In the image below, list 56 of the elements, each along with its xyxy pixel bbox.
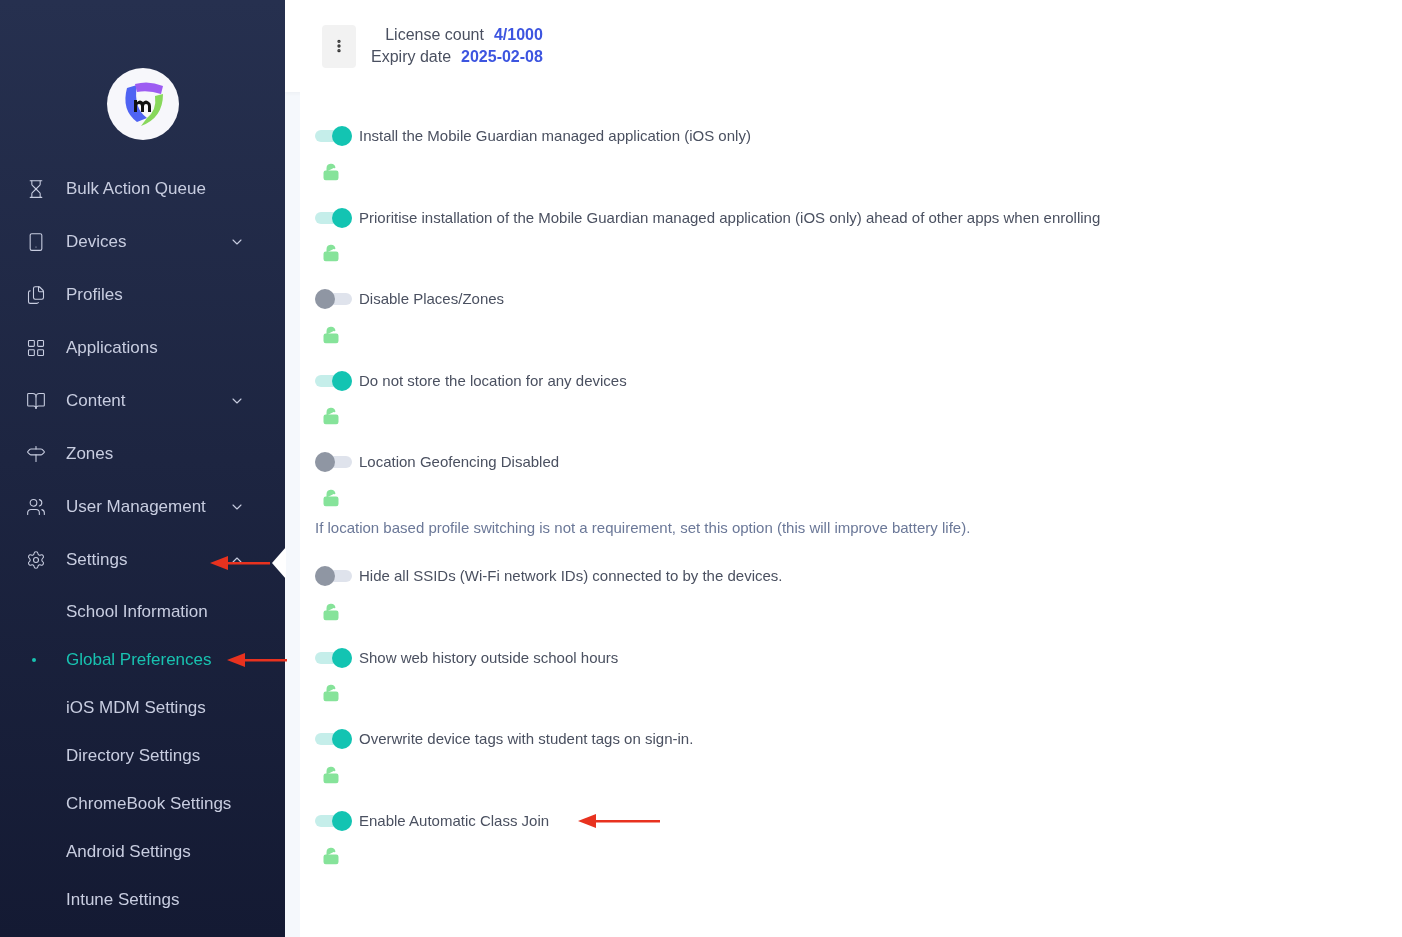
submenu-item[interactable]: Android Settings [66,839,191,865]
book-icon [26,390,46,411]
license-label: License count [385,26,484,43]
settings-icon [26,549,46,570]
setting-label: Disable Places/Zones [359,289,505,309]
nav-item[interactable]: Bulk Action Queue [0,162,285,215]
toggle-switch[interactable] [315,647,352,668]
toggle-switch[interactable] [315,370,352,391]
nav-item[interactable]: Content [0,374,285,427]
grid-icon [26,337,46,358]
toggle-switch[interactable] [315,289,352,310]
setting-label: Location Geofencing Disabled [359,452,560,472]
help-text: If location based profile switching is not a requirement, set this option (this will improve battery life). [315,517,972,538]
setting-label: Hide all SSIDs (Wi-Fi network IDs) connected to by the devices. [359,566,783,586]
unlock-icon[interactable] [322,684,340,702]
toggle-switch[interactable] [315,126,352,147]
setting-label: Prioritise installation of the Mobile Guardian managed application (iOS only) ahead of other apps when enrolling [359,207,1101,228]
menu-button[interactable] [322,24,356,68]
license-value: 4/1000 [493,26,543,43]
submenu-item[interactable]: Intune Settings [66,887,180,913]
annotation-arrow [227,653,287,667]
toggle-switch[interactable] [315,452,352,473]
toggle-switch[interactable] [315,810,352,831]
unlock-icon[interactable] [322,325,340,344]
nav-item[interactable]: Settings [0,533,285,586]
nav-item[interactable]: Zones [0,427,285,480]
submenu-item[interactable]: Global Preferences [66,647,212,673]
submenu-item[interactable]: School Information [66,599,208,625]
nav-item[interactable]: User Management [0,480,285,533]
unlock-icon[interactable] [322,488,340,507]
files-icon [26,284,46,305]
unlock-icon[interactable] [322,847,340,865]
setting-label: Do not store the location for any devices [359,370,627,391]
unlock-icon[interactable] [322,244,340,262]
unlock-icon[interactable] [322,765,340,784]
nav-item[interactable]: Devices [0,215,285,268]
annotation-arrow [210,556,270,570]
submenu-item[interactable]: ChromeBook Settings [66,791,232,817]
toggle-switch[interactable] [315,207,352,228]
toggle-switch[interactable] [315,729,352,750]
nav-item[interactable]: Applications [0,321,285,374]
unlock-icon[interactable] [322,602,340,621]
expiry-value: 2025-02-08 [461,48,543,65]
submenu-item[interactable]: iOS MDM Settings [66,695,206,721]
toggle-switch[interactable] [315,566,352,587]
signpost-icon [26,443,46,464]
unlock-icon[interactable] [322,162,340,181]
setting-label: Overwrite device tags with student tags on sign-in. [359,729,694,749]
users-icon [26,496,46,517]
setting-label: Show web history outside school hours [359,647,619,668]
setting-label: Enable Automatic Class Join [359,810,550,831]
submenu-item[interactable]: Directory Settings [66,743,201,769]
expiry-label: Expiry date [371,48,452,65]
unlock-icon[interactable] [322,407,340,425]
nav-item[interactable]: Profiles [0,268,285,321]
setting-label: Install the Mobile Guardian managed application (iOS only) [359,126,751,146]
